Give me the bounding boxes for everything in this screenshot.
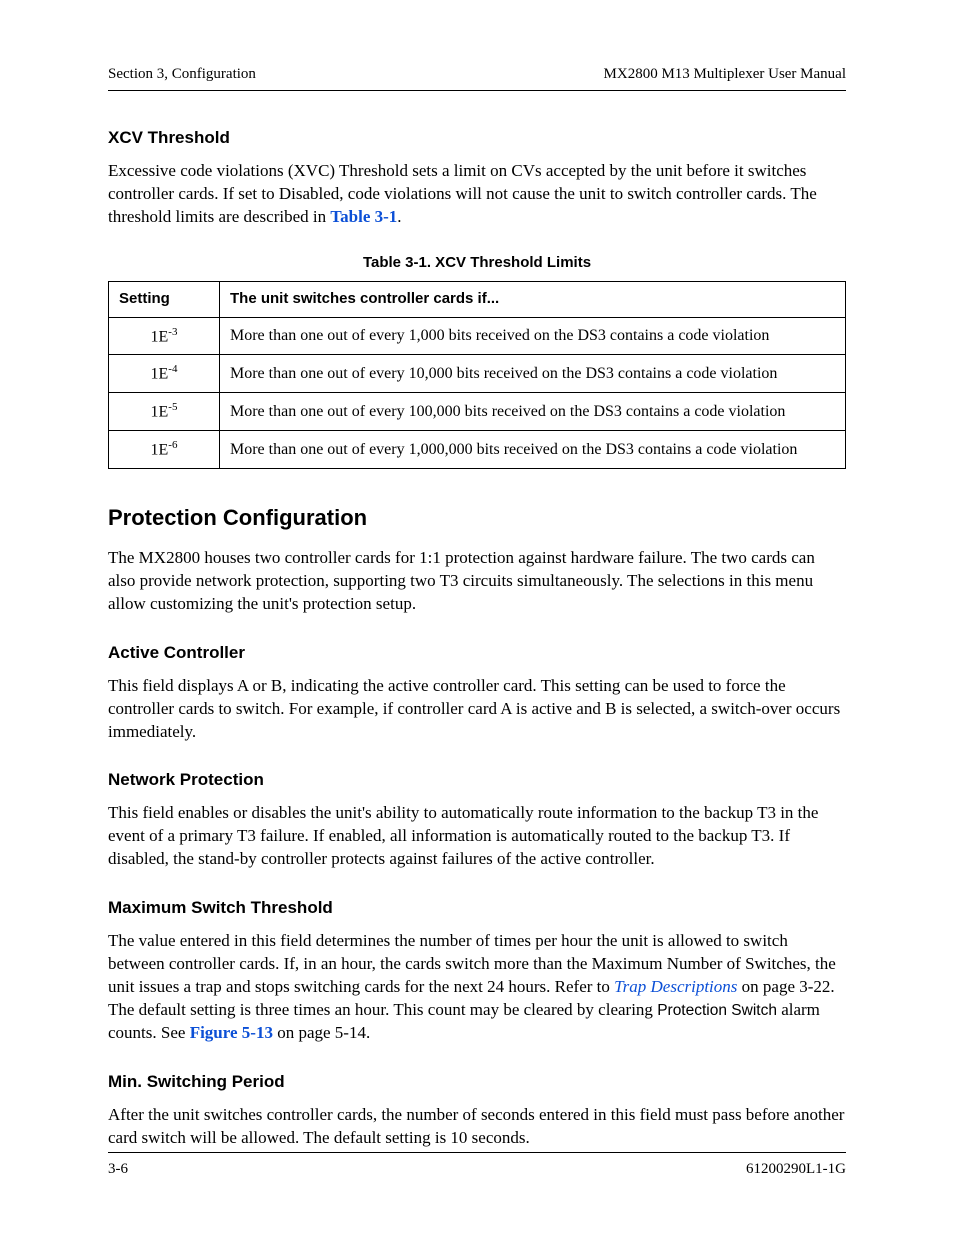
- table-xcv-threshold: Setting The unit switches controller car…: [108, 281, 846, 469]
- page-footer: 3-6 61200290L1-1G: [108, 1152, 846, 1179]
- para-xcv: Excessive code violations (XVC) Threshol…: [108, 160, 846, 229]
- table-row: 1E-4 More than one out of every 10,000 b…: [109, 355, 846, 393]
- footer-rule: [108, 1152, 846, 1153]
- document-number: 61200290L1-1G: [746, 1159, 846, 1179]
- header-manual-title: MX2800 M13 Multiplexer User Manual: [604, 64, 846, 84]
- table-row: 1E-6 More than one out of every 1,000,00…: [109, 431, 846, 469]
- link-figure-5-13[interactable]: Figure 5-13: [190, 1023, 273, 1042]
- label-protection-switch: Protection Switch: [657, 1002, 777, 1019]
- table-row: 1E-3 More than one out of every 1,000 bi…: [109, 317, 846, 355]
- table-col-setting: Setting: [109, 282, 220, 317]
- para-active-controller: This field displays A or B, indicating t…: [108, 675, 846, 744]
- para-network-protection: This field enables or disables the unit'…: [108, 802, 846, 871]
- para-min-switching-period: After the unit switches controller cards…: [108, 1104, 846, 1150]
- para-max-switch-threshold: The value entered in this field determin…: [108, 930, 846, 1045]
- heading-max-switch-threshold: Maximum Switch Threshold: [108, 897, 846, 920]
- para-protection: The MX2800 houses two controller cards f…: [108, 547, 846, 616]
- heading-protection-configuration: Protection Configuration: [108, 503, 846, 533]
- heading-min-switching-period: Min. Switching Period: [108, 1071, 846, 1094]
- link-table-3-1[interactable]: Table 3-1: [330, 207, 397, 226]
- heading-active-controller: Active Controller: [108, 642, 846, 665]
- table-row: 1E-5 More than one out of every 100,000 …: [109, 393, 846, 431]
- header-rule: [108, 90, 846, 91]
- heading-network-protection: Network Protection: [108, 769, 846, 792]
- table-caption: Table 3-1. XCV Threshold Limits: [108, 253, 846, 273]
- page-number: 3-6: [108, 1159, 128, 1179]
- header-section: Section 3, Configuration: [108, 64, 256, 84]
- table-col-condition: The unit switches controller cards if...: [220, 282, 846, 317]
- heading-xcv-threshold: XCV Threshold: [108, 127, 846, 150]
- link-trap-descriptions[interactable]: Trap Descriptions: [614, 977, 737, 996]
